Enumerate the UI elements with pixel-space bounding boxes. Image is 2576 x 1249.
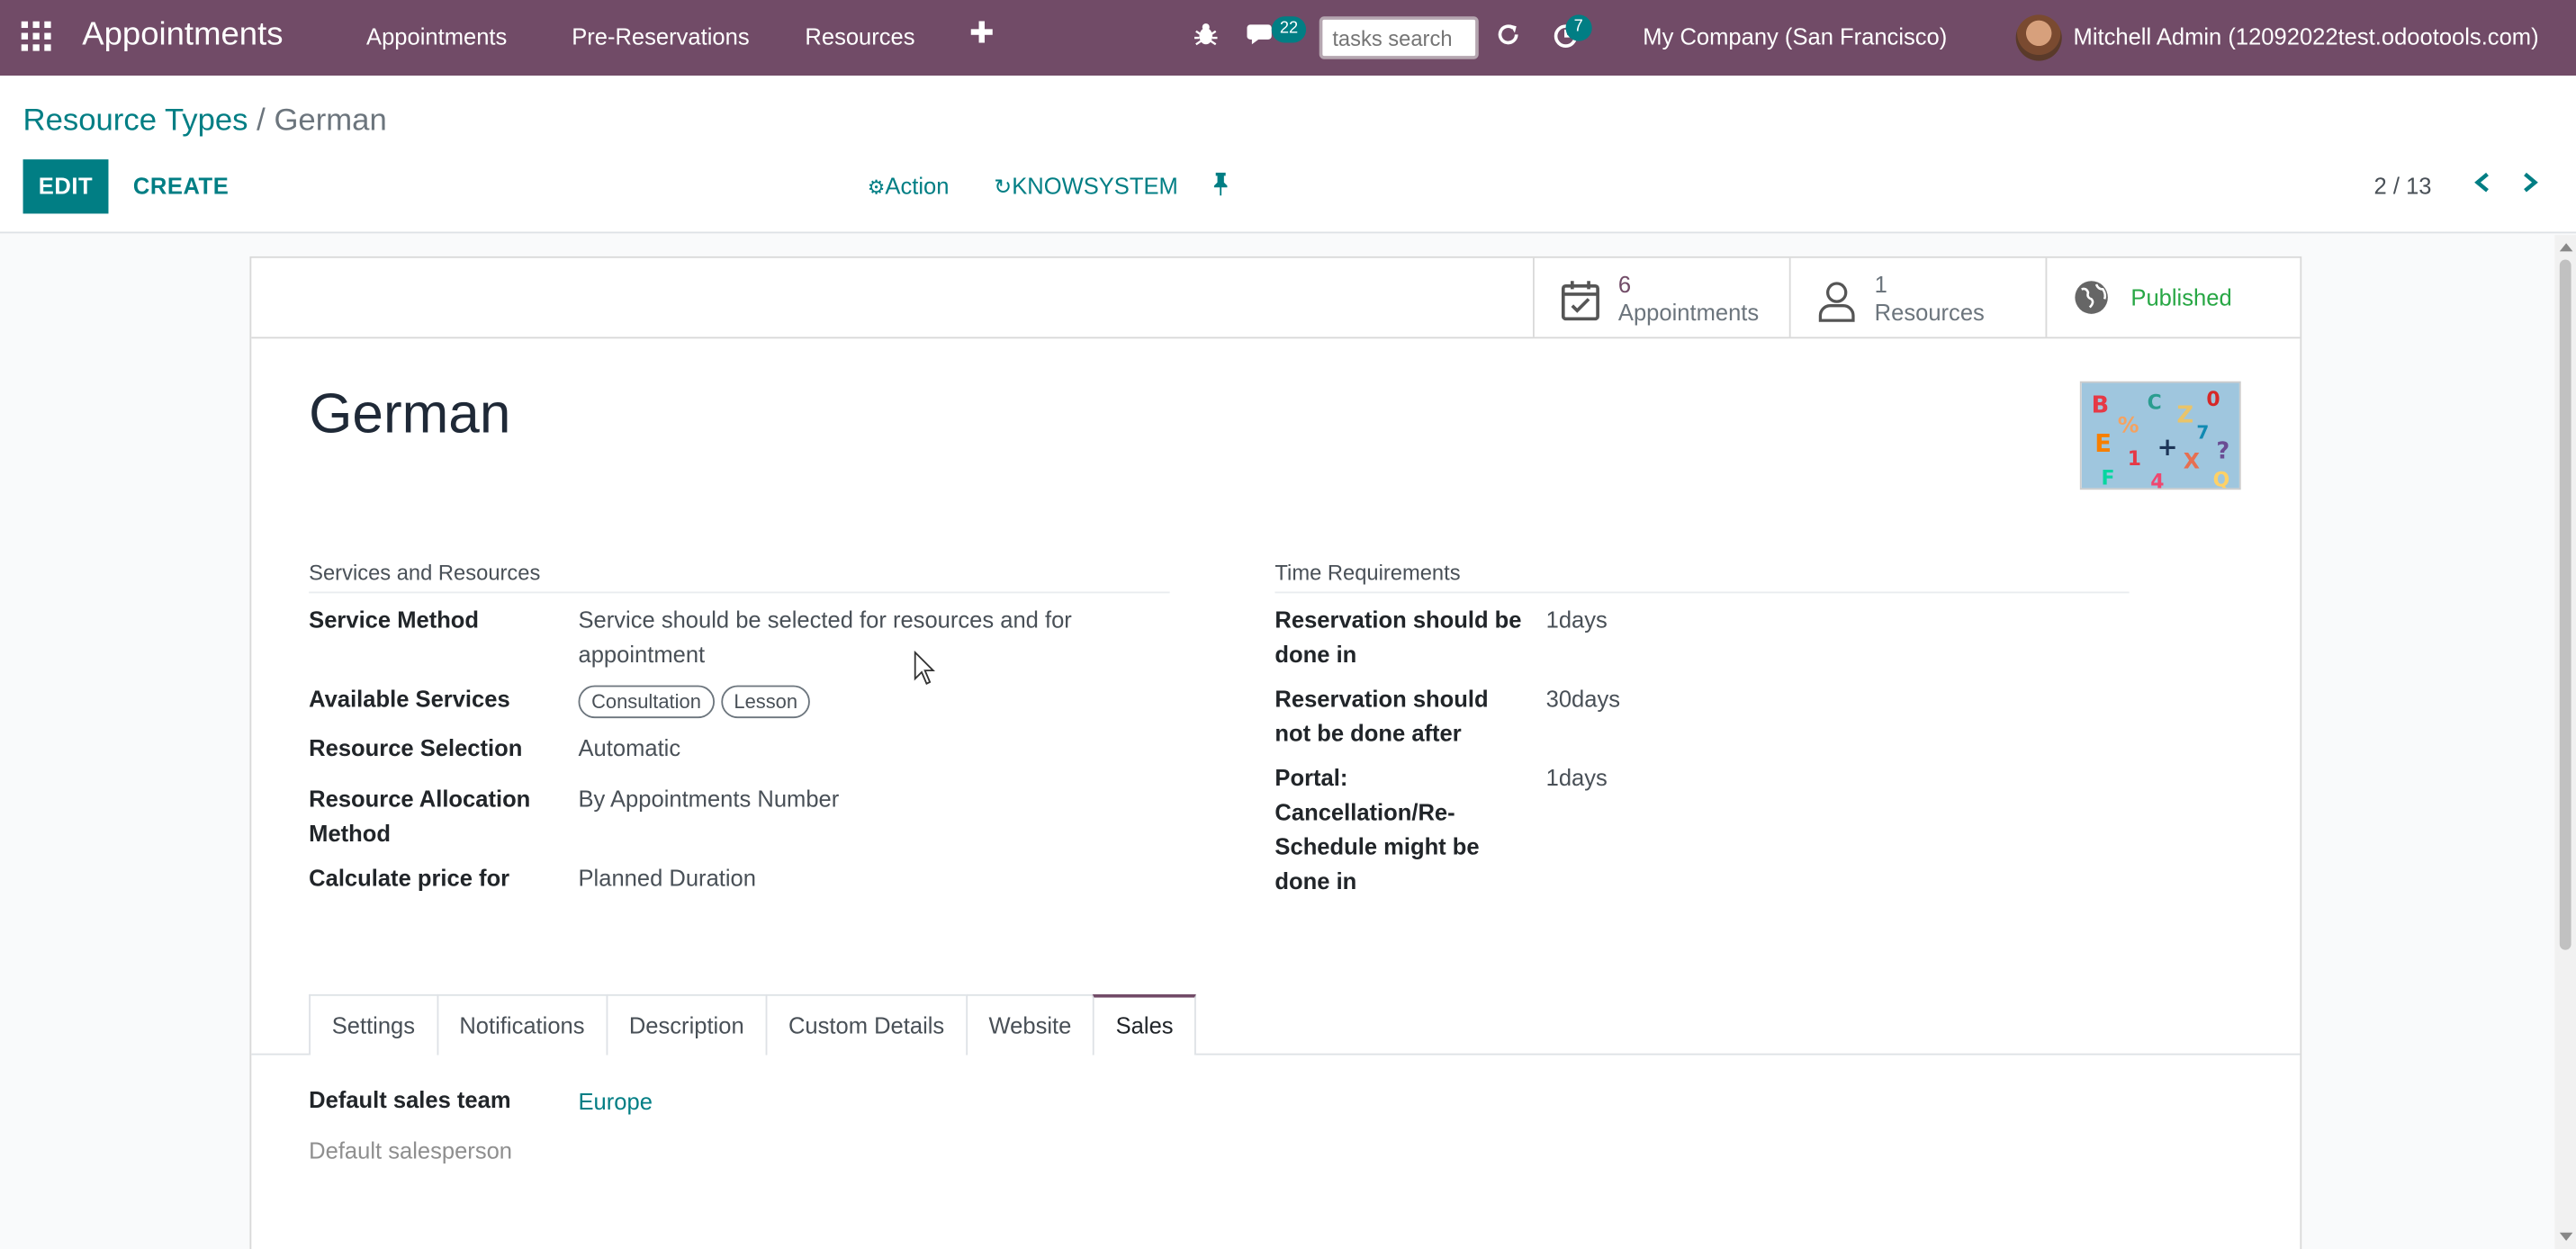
form-sheet: 6 Appointments 1 Resources Published Ger… (249, 256, 2302, 1249)
apps-menu-icon[interactable] (21, 21, 55, 55)
control-panel: Resource Types / German EDIT CREATE ⚙Act… (0, 76, 2576, 234)
breadcrumb: Resource Types / German (23, 103, 387, 139)
breadcrumb-parent-link[interactable]: Resource Types (23, 103, 248, 138)
record-image[interactable]: B % C Z 0 E 1 + X ? F 4 Q 7 (2079, 381, 2241, 490)
refresh-icon[interactable] (1491, 22, 1525, 55)
mouse-cursor-icon (914, 650, 937, 687)
time-group-title: Time Requirements (1274, 561, 2130, 594)
svg-text:X: X (2184, 448, 2200, 473)
tab-settings[interactable]: Settings (309, 993, 437, 1056)
service-method-value: Service should be selected for resources… (578, 606, 1072, 668)
messages-count-badge: 22 (1271, 16, 1307, 43)
resource-selection-label: Resource Selection (309, 734, 523, 761)
portal-cancellation-label: Portal: Cancellation/Re-Schedule might b… (1274, 764, 1480, 894)
menu-resources[interactable]: Resources (805, 23, 914, 49)
allocation-method-value: By Appointments Number (578, 785, 840, 813)
create-button[interactable]: CREATE (133, 159, 229, 213)
stat-button-box: 6 Appointments 1 Resources Published (251, 257, 2301, 339)
scroll-up-arrow-icon[interactable] (2559, 243, 2573, 252)
company-switcher[interactable]: My Company (San Francisco) (1643, 23, 1947, 49)
gear-icon: ⚙ (867, 175, 886, 199)
appointments-label: Appointments (1617, 299, 1760, 326)
svg-text:0: 0 (2206, 389, 2220, 411)
knowsystem-label: KNOWSYSTEM (1012, 172, 1178, 199)
allocation-method-label: Resource Allocation Method (309, 785, 531, 847)
default-sales-team-label: Default sales team (309, 1086, 511, 1113)
activities-count-badge: 7 (1565, 14, 1591, 41)
pager-value[interactable]: 2 / 13 (2374, 173, 2432, 199)
resources-label: Resources (1874, 299, 1985, 326)
breadcrumb-separator: / (248, 103, 275, 139)
resources-count: 1 (1874, 271, 1887, 298)
tab-description[interactable]: Description (606, 993, 766, 1056)
action-label: Action (885, 172, 950, 199)
svg-text:F: F (2102, 468, 2115, 490)
default-salesperson-label: Default salesperson (309, 1137, 513, 1164)
portal-cancellation-value: 1days (1545, 764, 1608, 791)
pager-previous-chevron-icon[interactable] (2472, 166, 2492, 203)
user-menu[interactable]: Mitchell Admin (12092022test.odootools.c… (2074, 23, 2539, 49)
service-tag[interactable]: Consultation (578, 685, 715, 719)
menu-pre-reservations[interactable]: Pre-Reservations (572, 23, 749, 49)
resources-stat-button[interactable]: 1 Resources (1788, 257, 2046, 337)
calculate-price-label: Calculate price for (309, 864, 510, 891)
appointments-stat-button[interactable]: 6 Appointments (1533, 257, 1789, 337)
svg-text:Z: Z (2177, 401, 2194, 428)
pin-icon[interactable] (1211, 172, 1230, 201)
tab-custom-details[interactable]: Custom Details (765, 993, 966, 1056)
calculate-price-value: Planned Duration (578, 864, 756, 891)
breadcrumb-current: German (274, 103, 387, 139)
svg-text:E: E (2094, 430, 2112, 458)
scroll-thumb[interactable] (2559, 259, 2571, 950)
tab-sales[interactable]: Sales (1093, 993, 1197, 1056)
action-menu-button[interactable]: ⚙Action (868, 173, 950, 199)
notebook-tabs: Settings Notifications Description Custo… (309, 993, 1197, 1056)
pager-next-chevron-icon[interactable] (2520, 166, 2540, 203)
svg-text:C: C (2148, 392, 2162, 415)
calendar-check-icon (1561, 279, 1600, 321)
svg-text:+: + (2157, 434, 2178, 462)
app-brand[interactable]: Appointments (82, 16, 283, 54)
user-avatar[interactable] (2015, 14, 2062, 61)
top-navbar: Appointments Appointments Pre-Reservatio… (0, 0, 2576, 76)
tab-website[interactable]: Website (965, 993, 1094, 1056)
service-method-label: Service Method (309, 606, 480, 633)
knowsystem-chat-icon: ↻ (994, 174, 1013, 199)
globe-icon (2074, 279, 2113, 319)
record-title: German (309, 382, 511, 445)
svg-text:4: 4 (2150, 471, 2164, 490)
user-icon (1817, 279, 1857, 322)
svg-text:%: % (2118, 412, 2139, 437)
available-services-label: Available Services (309, 685, 510, 712)
scroll-down-arrow-icon[interactable] (2559, 1232, 2573, 1241)
reservation-not-after-value: 30days (1545, 685, 1621, 712)
svg-text:B: B (2092, 391, 2109, 418)
reservation-done-in-value: 1days (1545, 606, 1608, 633)
svg-text:7: 7 (2196, 422, 2209, 444)
services-group-title: Services and Resources (309, 561, 1170, 594)
edit-button[interactable]: EDIT (23, 159, 109, 214)
svg-text:?: ? (2216, 438, 2229, 465)
tasks-search-input[interactable] (1319, 16, 1479, 59)
tab-notifications[interactable]: Notifications (436, 993, 607, 1056)
resource-selection-value: Automatic (578, 734, 681, 761)
menu-appointments[interactable]: Appointments (366, 23, 507, 49)
app-window: Appointments Appointments Pre-Reservatio… (0, 0, 2576, 1249)
vertical-scrollbar[interactable] (2554, 235, 2576, 1249)
debug-bug-icon[interactable] (1190, 22, 1223, 55)
available-services-tags: Consultation Lesson (578, 684, 817, 719)
quick-create-plus-icon[interactable]: ✚ (969, 16, 995, 50)
knowsystem-button[interactable]: ↻KNOWSYSTEM (994, 173, 1177, 201)
service-tag[interactable]: Lesson (720, 685, 811, 719)
reservation-done-in-label: Reservation should be done in (1274, 606, 1522, 668)
svg-text:Q: Q (2213, 470, 2230, 490)
svg-text:1: 1 (2128, 448, 2141, 471)
reservation-not-after-label: Reservation should not be done after (1274, 685, 1489, 747)
published-label: Published (2130, 283, 2232, 311)
appointments-count: 6 (1617, 271, 1632, 298)
published-toggle-button[interactable]: Published (2045, 257, 2301, 337)
default-sales-team-link[interactable]: Europe (579, 1088, 653, 1114)
